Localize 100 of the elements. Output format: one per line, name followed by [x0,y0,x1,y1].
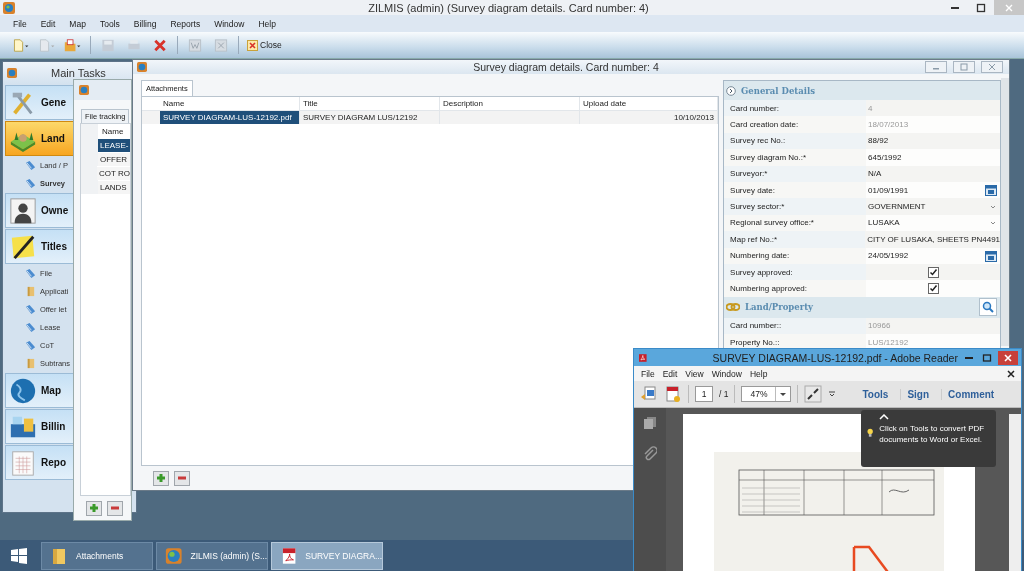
globe-logo-icon [3,1,15,14]
pages-icon[interactable] [643,416,657,430]
close-button[interactable]: Close [247,39,282,51]
input-field: 10966 [868,321,891,331]
maximize-icon [976,2,986,13]
restore-button[interactable] [953,61,975,73]
create-pdf-icon[interactable] [640,385,658,403]
overflow-icon[interactable] [828,390,837,398]
calendar-icon[interactable] [985,184,998,197]
add-button[interactable] [86,500,102,516]
field-label: Card creation date: [729,120,800,130]
menu-item[interactable]: Window [707,368,746,379]
fit-page-icon[interactable] [804,385,823,403]
field-label: Numbering date: [729,251,791,261]
section-title: Land/Property [745,302,814,313]
close-icon[interactable] [1007,369,1015,378]
task-group[interactable]: Owne [5,193,74,228]
panel-title: Main Tasks [51,67,106,79]
taskbar-button[interactable]: ZILMIS (admin) (S... [156,541,268,570]
task-group[interactable]: Map [5,373,74,408]
field-label: Property No.:: [729,337,781,347]
window-title: ZILMIS (admin) (Survey diagram details. Card number: 4) [367,1,650,14]
globe-logo-icon [79,85,89,95]
input-field[interactable]: 01/09/1991 [868,185,909,195]
menu-item[interactable]: Map [62,18,93,29]
section-title: General Details [741,85,815,96]
maximize-icon [981,352,992,363]
toolbar-link[interactable]: Sign [900,388,936,400]
page-count: / 1 [719,389,729,399]
table-cell[interactable]: OFFER [98,152,130,166]
add-button[interactable] [153,470,169,486]
remove-button[interactable] [107,500,123,516]
globe-icon [9,376,37,405]
table-cell[interactable]: LANDS [98,180,130,194]
toolbar-link[interactable]: Tools [856,388,895,400]
input-field[interactable]: N/A [868,169,882,179]
column-header[interactable]: Description [440,97,580,110]
task-group[interactable]: Billin [5,409,74,444]
menu-item[interactable]: File [6,18,34,29]
document-icon [25,321,36,333]
table-cell[interactable]: LEASE- [98,138,130,152]
plus-icon [89,503,99,513]
column-header[interactable]: Title [300,97,440,110]
menu-item[interactable]: Help [745,368,772,379]
zoom-dropdown[interactable]: 47% [741,386,792,402]
menu-item[interactable]: Reports [163,18,208,29]
menu-item[interactable]: Window [207,18,252,29]
checkbox[interactable] [928,266,940,278]
search-button[interactable] [979,298,998,317]
task-group[interactable]: Titles [5,229,74,264]
input-field: 18/07/2013 [868,120,909,130]
menu-item[interactable]: File [637,368,659,379]
close-button[interactable] [997,350,1018,365]
new-document-icon[interactable] [12,37,30,53]
menu-item[interactable]: Tools [92,18,127,29]
taskbar-button[interactable]: Attachments [41,541,153,570]
input-field: 4 [868,103,873,113]
toolbar-link[interactable]: Comment [941,388,1001,400]
scrollbar[interactable] [1009,414,1021,571]
field-label: Card number:: [729,321,783,331]
folder-icon [25,357,36,369]
input-field: LUS/12192 [868,337,909,347]
menu-item[interactable]: Help [251,18,283,29]
table-cell: 10/10/2013 [580,111,718,124]
task-group[interactable]: Repo [5,445,74,480]
column-header[interactable]: Upload date [580,97,718,110]
menu-item[interactable]: View [681,368,708,379]
document-icon [25,177,36,189]
remove-button[interactable] [174,470,190,486]
input-field[interactable]: 88/92 [868,136,889,146]
person-silhouette-icon [9,196,37,225]
close-button[interactable] [981,61,1003,73]
word-icon[interactable] [186,37,204,53]
page-number-field[interactable]: 1 [695,386,713,402]
input-field[interactable]: 645/1992 [868,152,902,162]
pdf-file-icon[interactable] [664,385,682,403]
calendar-icon[interactable] [985,249,998,262]
scrollbar[interactable] [1001,78,1009,346]
task-group[interactable]: Land [5,121,74,156]
field-label: Card number: [729,103,780,113]
table-cell[interactable]: SURVEY DIAGRAM-LUS-12192.pdf [160,111,300,124]
plus-icon [156,473,166,483]
chevron-icon[interactable] [726,85,737,96]
field-label: Surveyor:* [729,169,769,179]
menu-item[interactable]: Edit [33,18,63,29]
window-title: SURVEY DIAGRAM-LUS-12192.pdf - Adobe Reader [712,351,958,364]
globe-logo-icon [7,68,17,78]
dropdown[interactable]: LUSAKA [868,218,900,228]
menu-item[interactable]: Edit [658,368,682,379]
input-field[interactable]: 24/05/1992 [868,251,909,261]
close-icon [988,63,996,71]
paperclip-icon[interactable] [643,446,657,462]
task-group[interactable]: Gene [5,85,74,120]
open-folder-icon[interactable] [64,37,82,53]
checkbox[interactable] [928,283,940,294]
menu-item[interactable]: Billing [126,18,164,29]
table-cell[interactable]: COT RO [97,166,130,180]
column-header[interactable]: Name [160,97,300,110]
column-header[interactable]: Name [98,126,124,136]
table-cell: SURVEY DIAGRAM LUS/12192 [300,111,440,124]
